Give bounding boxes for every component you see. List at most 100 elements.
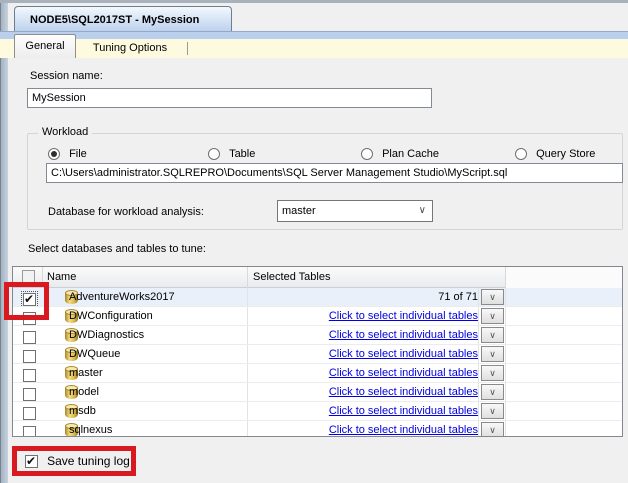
table-row[interactable]: DWConfiguration Click to select individu…	[13, 307, 622, 326]
select-databases-label: Select databases and tables to tune:	[28, 243, 206, 255]
select-individual-tables-link[interactable]: Click to select individual tables	[329, 386, 478, 398]
column-header-selected-tables[interactable]: Selected Tables	[248, 267, 506, 288]
selected-tables-cell: Click to select individual tables	[238, 326, 478, 345]
radio-file-circle	[48, 148, 60, 161]
select-individual-tables-link[interactable]: Click to select individual tables	[329, 367, 478, 379]
database-name: AdventureWorks2017	[69, 291, 175, 303]
gridline	[247, 421, 248, 436]
gridline	[478, 383, 479, 401]
database-name: msdb	[69, 405, 96, 417]
session-name-input[interactable]: MySession	[27, 88, 432, 108]
gridline	[247, 345, 248, 363]
table-row[interactable]: sqlnexus Click to select individual tabl…	[13, 421, 622, 436]
radio-table[interactable]: Table	[208, 148, 255, 162]
select-individual-tables-link[interactable]: Click to select individual tables	[329, 424, 478, 436]
database-analysis-label: Database for workload analysis:	[48, 206, 204, 218]
left-splitter[interactable]	[0, 3, 8, 483]
radio-plan-cache[interactable]: Plan Cache	[361, 148, 439, 162]
database-name: DWConfiguration	[69, 310, 153, 322]
tab-general-label: General	[25, 40, 65, 52]
tab-separator	[187, 42, 188, 55]
session-name-label: Session name:	[30, 70, 103, 82]
gridline	[478, 326, 479, 344]
row-checkbox[interactable]	[23, 407, 36, 420]
radio-file[interactable]: File	[48, 148, 87, 162]
gridline	[247, 383, 248, 401]
tab-strip-band	[0, 31, 628, 39]
radio-query-store-circle	[515, 148, 527, 161]
gridline	[478, 364, 479, 382]
annotation-box-checkbox	[4, 282, 49, 320]
row-dropdown-button[interactable]: ∨	[481, 308, 504, 324]
select-individual-tables-link[interactable]: Click to select individual tables	[329, 348, 478, 360]
row-dropdown-button[interactable]: ∨	[481, 289, 504, 305]
gridline	[505, 345, 506, 363]
radio-query-store[interactable]: Query Store	[515, 148, 595, 162]
radio-file-label: File	[69, 148, 87, 161]
row-dropdown-button[interactable]: ∨	[481, 365, 504, 381]
gridline	[247, 364, 248, 382]
row-dropdown-button[interactable]: ∨	[481, 384, 504, 400]
row-dropdown-button[interactable]: ∨	[481, 422, 504, 436]
database-name: DWDiagnostics	[69, 329, 145, 341]
row-checkbox[interactable]	[23, 350, 36, 363]
gridline	[247, 326, 248, 344]
workload-groupbox: Workload File Table Plan Cache Query Sto…	[27, 126, 623, 230]
radio-plan-cache-circle	[361, 148, 373, 161]
radio-table-circle	[208, 148, 220, 161]
document-tab[interactable]: NODE5\SQL2017ST - MySession	[14, 6, 232, 32]
database-name: DWQueue	[69, 348, 121, 360]
grid-header: Name Selected Tables	[13, 267, 622, 288]
gridline	[478, 307, 479, 325]
table-row[interactable]: msdb Click to select individual tables ∨	[13, 402, 622, 421]
annotation-box-save-log	[12, 446, 136, 476]
selected-tables-cell: 71 of 71	[438, 291, 478, 303]
gridline	[478, 421, 479, 436]
row-checkbox[interactable]	[23, 331, 36, 344]
radio-query-store-label: Query Store	[536, 148, 596, 161]
tab-general[interactable]: General	[14, 34, 76, 58]
selected-tables-cell: Click to select individual tables	[238, 364, 478, 383]
table-row[interactable]: AdventureWorks2017 71 of 71 ∨	[13, 288, 622, 308]
table-row[interactable]: DWDiagnostics Click to select individual…	[13, 326, 622, 345]
row-checkbox[interactable]	[23, 369, 36, 382]
gridline	[478, 288, 479, 306]
table-row[interactable]: DWQueue Click to select individual table…	[13, 345, 622, 364]
database-name: model	[69, 386, 99, 398]
tab-tuning-options-label: Tuning Options	[92, 42, 168, 54]
gridline	[505, 307, 506, 325]
database-analysis-combo[interactable]: master ∨	[277, 200, 433, 222]
column-header-name[interactable]: Name	[43, 267, 248, 288]
select-individual-tables-link[interactable]: Click to select individual tables	[329, 405, 478, 417]
selected-tables-cell: Click to select individual tables	[238, 402, 478, 421]
header-empty-area	[506, 267, 622, 288]
gridline	[505, 421, 506, 436]
gridline	[505, 288, 506, 306]
select-individual-tables-link[interactable]: Click to select individual tables	[329, 310, 478, 322]
table-row[interactable]: master Click to select individual tables…	[13, 364, 622, 383]
table-row[interactable]: model Click to select individual tables …	[13, 383, 622, 402]
gridline	[505, 364, 506, 382]
workload-file-path-input[interactable]: C:\Users\administrator.SQLREPRO\Document…	[46, 163, 623, 183]
window-top-edge	[0, 0, 628, 3]
row-dropdown-button[interactable]: ∨	[481, 403, 504, 419]
row-checkbox[interactable]	[23, 426, 36, 436]
gridline	[505, 402, 506, 420]
row-checkbox[interactable]	[23, 388, 36, 401]
radio-plan-cache-label: Plan Cache	[382, 148, 439, 161]
database-analysis-value: master	[282, 205, 316, 217]
databases-grid: Name Selected Tables AdventureWorks2017 …	[12, 266, 623, 437]
tab-tuning-options[interactable]: Tuning Options	[78, 39, 182, 58]
selected-tables-cell: Click to select individual tables	[238, 421, 478, 436]
select-individual-tables-link[interactable]: Click to select individual tables	[329, 329, 478, 341]
row-dropdown-button[interactable]: ∨	[481, 327, 504, 343]
row-dropdown-button[interactable]: ∨	[481, 346, 504, 362]
gridline	[247, 288, 248, 306]
gridline	[247, 402, 248, 420]
database-name: master	[69, 367, 103, 379]
gridline	[505, 326, 506, 344]
tuning-advisor-window: NODE5\SQL2017ST - MySession General Tuni…	[0, 0, 628, 483]
workload-group-label: Workload	[38, 126, 93, 138]
selected-tables-cell: Click to select individual tables	[238, 383, 478, 402]
radio-table-label: Table	[229, 148, 256, 161]
